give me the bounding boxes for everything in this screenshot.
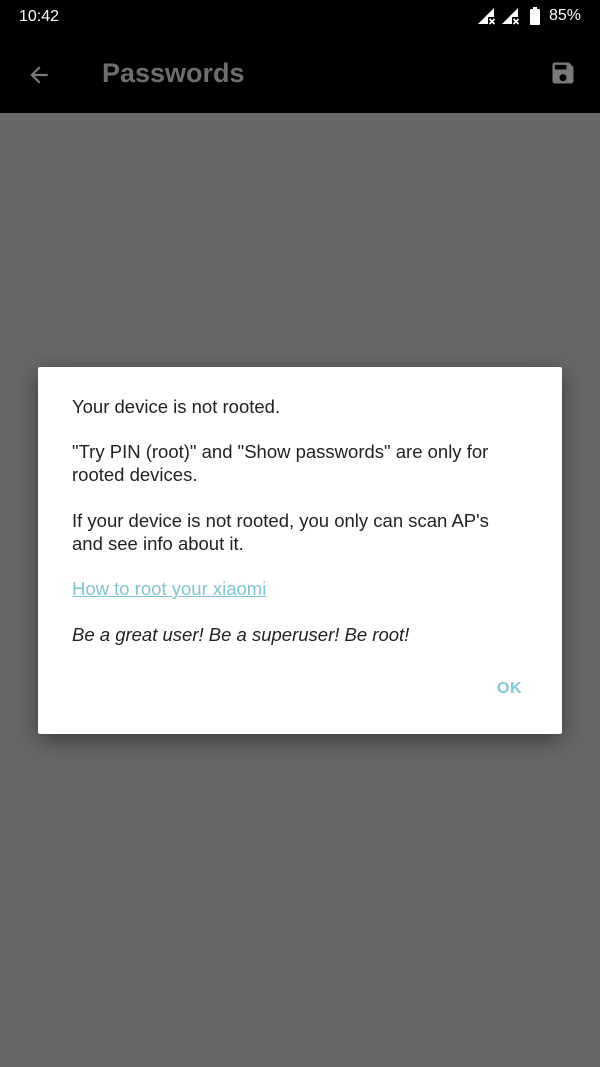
signal-no-data-icon [477, 8, 496, 25]
signal-no-data-icon [501, 8, 520, 25]
save-button[interactable] [538, 48, 588, 98]
battery-icon [529, 7, 540, 25]
back-button[interactable] [14, 50, 64, 100]
how-to-root-link[interactable]: How to root your xiaomi [72, 577, 266, 600]
app-bar: Passwords [0, 36, 600, 113]
dialog-message-not-rooted: Your device is not rooted. [72, 396, 281, 417]
status-time: 10:42 [19, 8, 60, 25]
save-icon [552, 62, 574, 84]
arrow-back-icon [30, 66, 48, 84]
status-icons: 85% [477, 7, 581, 25]
page-title: Passwords [102, 58, 245, 88]
status-bar: 10:42 85% [0, 0, 600, 36]
dialog-message-scan-info: If your device is not rooted, you only c… [72, 510, 489, 554]
battery-percent: 85% [548, 7, 581, 24]
dialog-message-root-features: "Try PIN (root)" and "Show passwords" ar… [72, 441, 489, 485]
root-warning-dialog: Your device is not rooted. "Try PIN (roo… [38, 367, 562, 734]
ok-button[interactable]: OK [487, 672, 532, 706]
dialog-motto: Be a great user! Be a superuser! Be root… [72, 624, 410, 645]
